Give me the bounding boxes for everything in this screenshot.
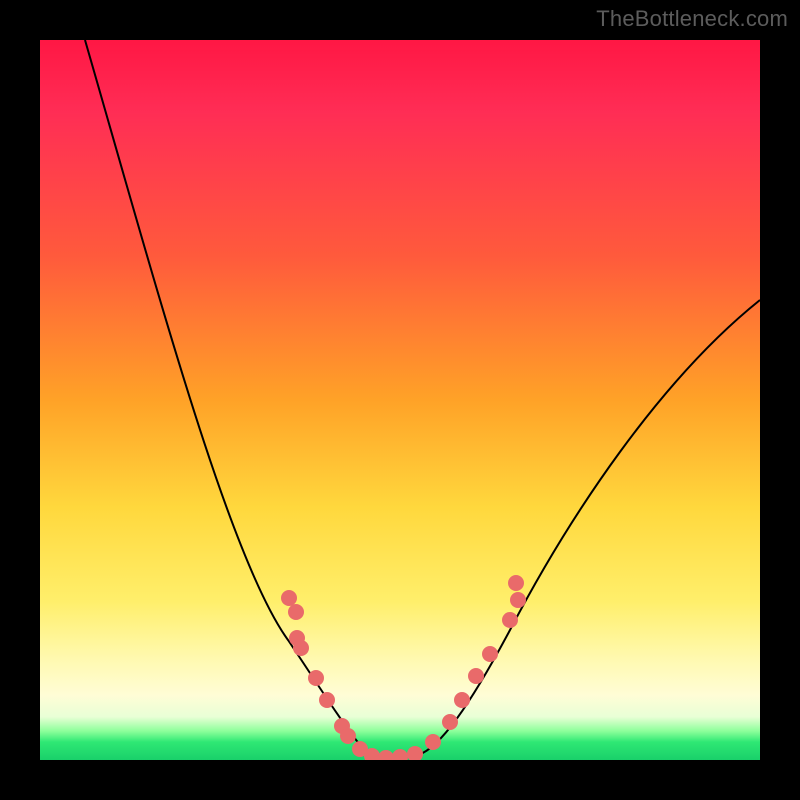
data-dot: [407, 746, 423, 760]
data-dot: [281, 590, 297, 606]
data-dot: [510, 592, 526, 608]
data-dot: [392, 749, 408, 760]
data-dot: [502, 612, 518, 628]
data-dot: [468, 668, 484, 684]
data-dot: [454, 692, 470, 708]
data-dot: [442, 714, 458, 730]
data-dot: [308, 670, 324, 686]
data-dot: [508, 575, 524, 591]
curve-svg: [40, 40, 760, 760]
data-dot: [482, 646, 498, 662]
watermark-text: TheBottleneck.com: [596, 6, 788, 32]
chart-frame: TheBottleneck.com: [0, 0, 800, 800]
data-dot: [293, 640, 309, 656]
data-dot: [378, 750, 394, 760]
data-dot: [288, 604, 304, 620]
curve-left: [85, 40, 385, 758]
data-dot: [425, 734, 441, 750]
data-dot: [319, 692, 335, 708]
plot-area: [40, 40, 760, 760]
curve-right: [385, 300, 760, 758]
data-dot: [340, 728, 356, 744]
